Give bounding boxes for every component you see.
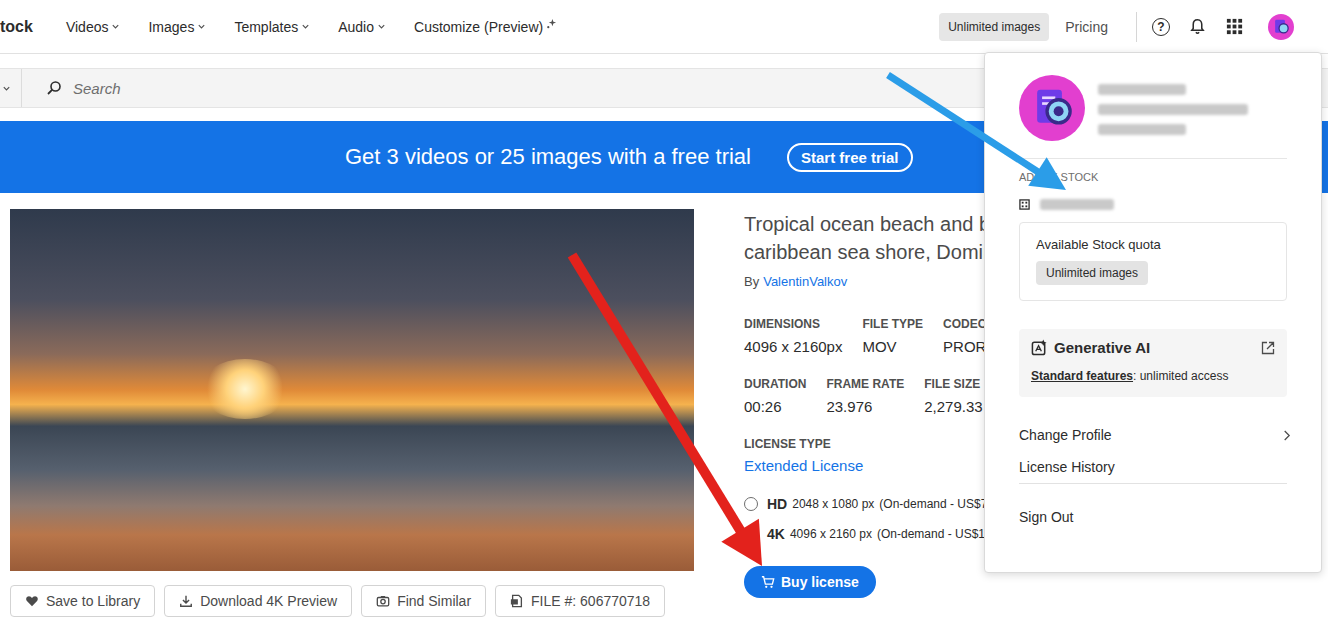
license-link[interactable]: Extended License <box>744 457 1001 474</box>
nav-right: Unlimited images Pricing? <box>939 12 1328 42</box>
pricing-link[interactable]: Pricing <box>1065 19 1108 35</box>
banner-text: Get 3 videos or 25 images with a free tr… <box>345 144 751 170</box>
blurred-text <box>1040 199 1114 210</box>
menu-item[interactable]: License History <box>1019 451 1287 483</box>
external-link-icon[interactable] <box>1261 341 1275 355</box>
quota-badge: Unlimited images <box>1036 261 1148 285</box>
top-nav: tock Videos Images Templates Audio Customize … <box>0 0 1328 54</box>
menu-item[interactable]: Sign Out <box>1019 501 1287 533</box>
nav-menu: Videos Images Templates Audio Customize (Pre… <box>66 19 557 35</box>
radio-button[interactable] <box>744 497 758 511</box>
standard-features-link[interactable]: Standard features <box>1031 369 1133 383</box>
menu-item[interactable]: Change Profile <box>1019 419 1287 451</box>
account-menu: ADOBE STOCK Available Stock quotaUnlimite… <box>984 52 1322 573</box>
nav-item[interactable]: Templates <box>234 19 310 35</box>
spec-item: FRAME RATE23.976 <box>826 377 904 415</box>
action-button[interactable]: FILE #: 606770718 <box>495 585 665 617</box>
camera-icon <box>376 594 390 608</box>
quota-badge[interactable]: Unlimited images <box>939 13 1049 41</box>
nav-item[interactable]: Images <box>148 19 206 35</box>
profile-details <box>1098 75 1248 141</box>
nav-item[interactable]: Videos <box>66 19 121 35</box>
chevron-down-icon <box>2 84 11 93</box>
bell-icon[interactable] <box>1188 17 1207 36</box>
heart-icon <box>25 594 39 608</box>
divider <box>1019 483 1287 484</box>
organization-row <box>1019 199 1287 210</box>
chevron-down-icon <box>377 22 386 31</box>
start-trial-button[interactable]: Start free trial <box>787 143 913 172</box>
asset-info: Tropical ocean beach and becaribbean sea… <box>744 209 1001 617</box>
chevron-down-icon <box>111 22 120 31</box>
radio-button[interactable] <box>744 527 758 541</box>
apps-grid-icon[interactable] <box>1225 17 1244 36</box>
size-option[interactable]: 4K4096 x 2160 px(On-demand - US$199 <box>744 526 1001 542</box>
download-icon <box>179 594 193 608</box>
search-placeholder: Search <box>73 80 121 97</box>
author-link[interactable]: ValentinValkov <box>763 274 847 289</box>
section-label: ADOBE STOCK <box>1019 171 1287 183</box>
action-button[interactable]: Find Similar <box>361 585 486 617</box>
blurred-text <box>1098 124 1186 135</box>
stock-page: tock Videos Images Templates Audio Customize … <box>0 0 1328 631</box>
spec-item: DIMENSIONS4096 x 2160px <box>744 317 842 355</box>
asset-title: Tropical ocean beach and becaribbean sea… <box>744 210 1001 266</box>
spec-item: FILE TYPEMOV <box>862 317 923 355</box>
author-line: ByValentinValkov <box>744 274 1001 289</box>
avatar-icon <box>1019 75 1085 141</box>
file-icon <box>510 594 524 608</box>
spec-row: DIMENSIONS4096 x 2160pxFILE TYPEMOVCODEC… <box>744 317 1001 355</box>
spec-item: DURATION00:26 <box>744 377 806 415</box>
action-button[interactable]: Save to Library <box>10 585 155 617</box>
video-preview[interactable] <box>10 209 694 571</box>
spec-item: FILE SIZE2,279.33 <box>924 377 982 415</box>
logo[interactable]: tock <box>0 18 33 36</box>
buy-license-button[interactable]: Buy license <box>744 566 876 598</box>
building-icon <box>1019 199 1030 210</box>
help-icon[interactable]: ? <box>1152 18 1170 36</box>
search-scope-dropdown[interactable] <box>0 69 22 107</box>
search-icon <box>46 80 62 96</box>
preview-column: Save to Library Download 4K Preview Find S… <box>10 209 694 617</box>
avatar-icon[interactable] <box>1268 14 1294 40</box>
asset-actions: Save to Library Download 4K Preview Find S… <box>10 585 694 617</box>
generative-ai-icon <box>1031 339 1048 356</box>
quota-box: Available Stock quotaUnlimited images <box>1019 222 1287 301</box>
menu-items: Change ProfileLicense History Sign Out <box>1019 419 1287 533</box>
divider <box>1136 12 1137 42</box>
chevron-down-icon <box>197 22 206 31</box>
sun <box>200 359 290 419</box>
size-option[interactable]: HD2048 x 1080 px(On-demand - US$79 <box>744 496 1001 512</box>
action-button[interactable]: Download 4K Preview <box>164 585 352 617</box>
profile-header <box>1019 75 1287 159</box>
nav-item[interactable]: Customize (Preview) <box>414 19 557 35</box>
chevron-down-icon <box>301 22 310 31</box>
blurred-text <box>1098 84 1186 95</box>
cart-icon <box>761 575 775 589</box>
generative-ai-box: Generative AIStandard features: unlimite… <box>1019 329 1287 397</box>
size-options: HD2048 x 1080 px(On-demand - US$79 4K4096… <box>744 496 1001 542</box>
arrow-annotation <box>572 255 762 566</box>
spec-row: DURATION00:26 FRAME RATE23.976 FILE SIZE2,… <box>744 377 1001 415</box>
nav-item[interactable]: Audio <box>338 19 386 35</box>
chevron-right-icon <box>1282 429 1291 442</box>
sparkle-icon <box>546 18 557 29</box>
blurred-text <box>1098 104 1248 115</box>
arrow-annotation <box>888 75 1066 190</box>
license-type: LICENSE TYPEExtended License <box>744 437 1001 474</box>
